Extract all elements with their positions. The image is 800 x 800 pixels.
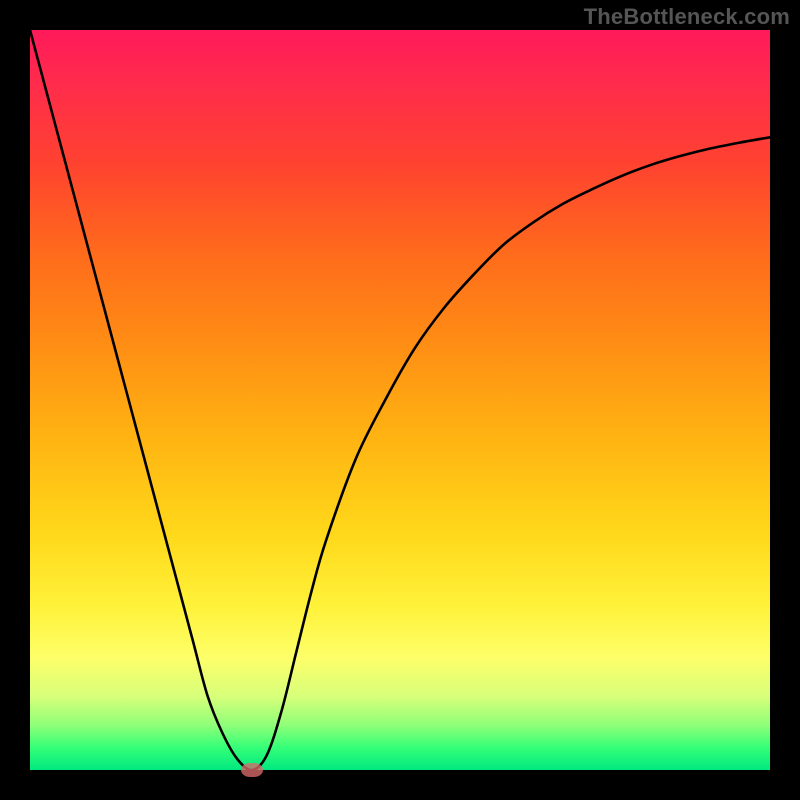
plot-area: [30, 30, 770, 770]
minimum-marker: [241, 763, 263, 777]
watermark-text: TheBottleneck.com: [584, 4, 790, 30]
chart-frame: TheBottleneck.com: [0, 0, 800, 800]
bottleneck-curve: [30, 30, 770, 770]
curve-path: [30, 30, 770, 770]
